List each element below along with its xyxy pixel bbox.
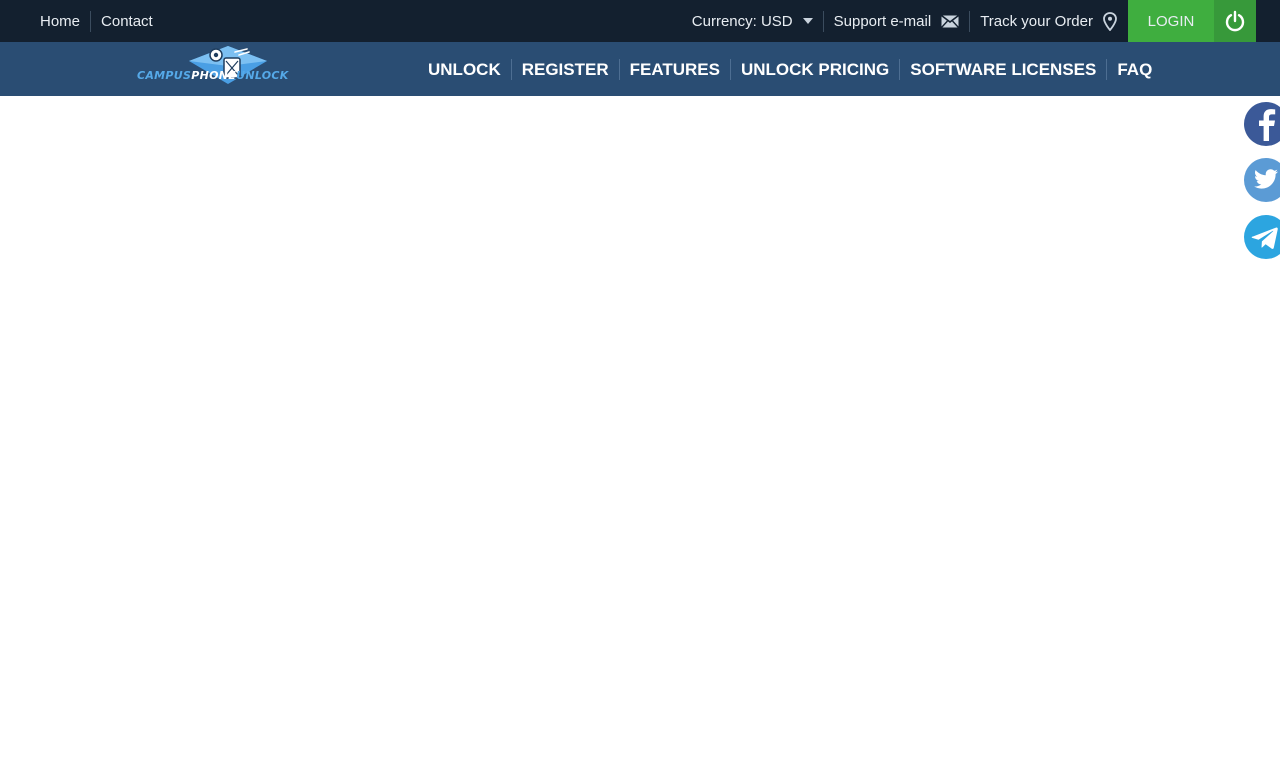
facebook-icon[interactable] [1243,101,1280,147]
nav-faq[interactable]: FAQ [1107,59,1162,80]
support-email-label: Support e-mail [833,12,932,30]
track-order-label: Track your Order [980,12,1093,30]
power-icon[interactable] [1214,0,1256,42]
nav-unlock[interactable]: UNLOCK [418,59,511,80]
main-nav: UNLOCK REGISTER FEATURES UNLOCK PRICING … [418,42,1162,96]
chevron-down-icon [802,18,813,24]
nav-register[interactable]: REGISTER [512,59,619,80]
top-left-links: Home Contact [30,0,163,42]
top-bar: Home Contact Currency: USD Support e-mai… [0,0,1280,42]
logo-graphic [189,46,267,84]
telegram-icon[interactable] [1243,214,1280,260]
contact-link[interactable]: Contact [91,11,163,32]
envelope-icon [941,14,960,28]
login-button[interactable]: LOGIN [1128,0,1214,42]
currency-dropdown[interactable]: Currency: USD [682,11,823,32]
track-order-link[interactable]: Track your Order [970,11,1127,32]
logo-wordmark: CAMPUSPHONEUNLOCK [137,69,289,82]
map-pin-icon [1103,11,1117,31]
top-right-controls: Currency: USD Support e-mail Track your … [682,0,1256,42]
twitter-icon[interactable] [1243,157,1280,203]
nav-unlock-pricing[interactable]: UNLOCK PRICING [731,59,899,80]
currency-label: Currency: USD [691,12,793,30]
nav-software-licenses[interactable]: SOFTWARE LICENSES [900,59,1106,80]
support-email-link[interactable]: Support e-mail [824,11,970,32]
nav-features[interactable]: FEATURES [620,59,730,80]
site-logo[interactable]: CAMPUSPHONEUNLOCK [135,44,321,90]
main-navbar: CAMPUSPHONEUNLOCK UNLOCK REGISTER FEATUR… [0,42,1280,96]
home-link[interactable]: Home [30,11,90,32]
